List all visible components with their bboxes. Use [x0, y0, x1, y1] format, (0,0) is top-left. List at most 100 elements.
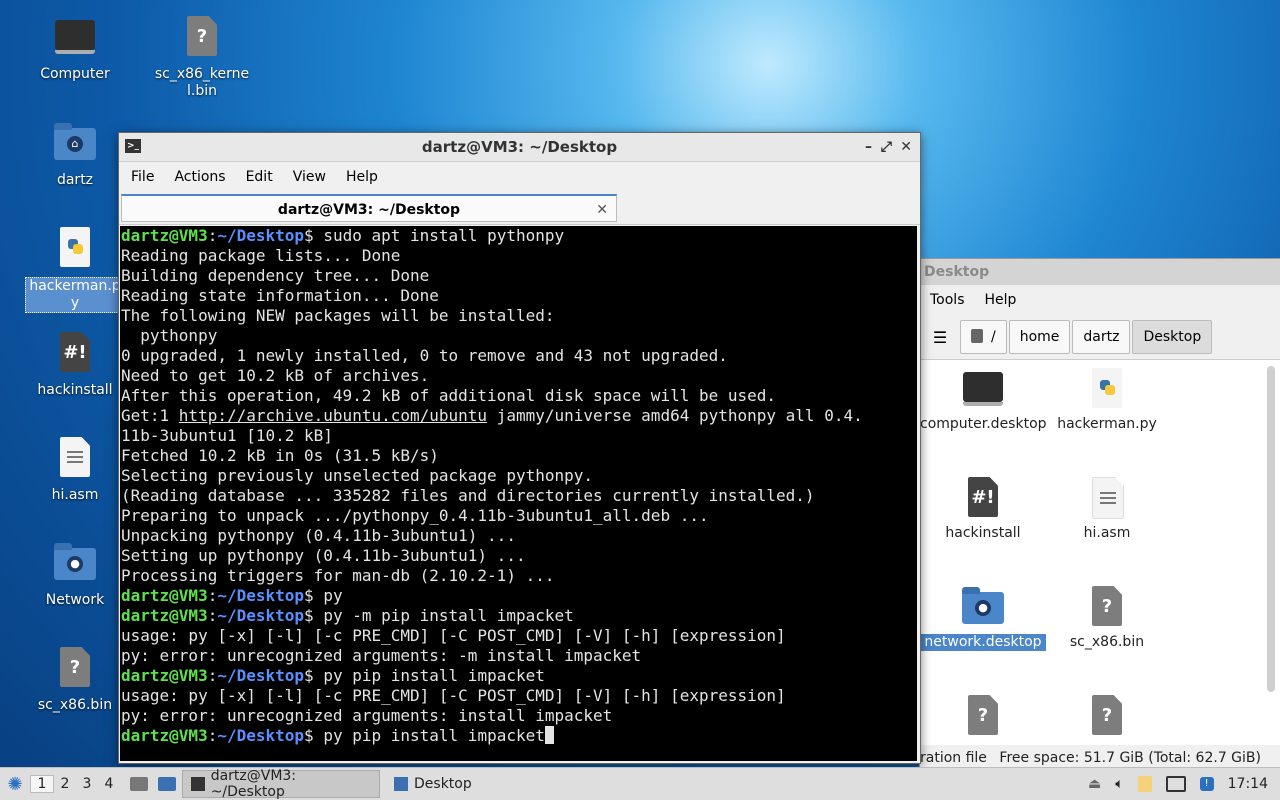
terminal-output-line: (Reading database ... 335282 files and d…: [121, 486, 815, 505]
task-terminal[interactable]: dartz@VM3: ~/Desktop: [182, 768, 380, 800]
terminal-output-line: After this operation, 49.2 kB of additio…: [121, 386, 777, 405]
terminal-output-line: 0 upgraded, 1 newly installed, 0 to remo…: [121, 346, 728, 365]
crumb-dartz[interactable]: dartz: [1072, 320, 1131, 354]
prompt-user: dartz@VM3: [121, 666, 208, 685]
terminal-output-line: Reading state information... Done: [121, 286, 439, 305]
url-link[interactable]: http://archive.ubuntu.com/ubuntu: [179, 406, 487, 425]
desktop-icon-sc-x86-kernel[interactable]: ? sc_x86_kernel.bin: [152, 16, 252, 100]
start-menu-icon[interactable]: ✺: [0, 774, 30, 795]
terminal-tabbar: dartz@VM3: ~/Desktop ✕: [119, 192, 920, 225]
terminal-output-line: pythonpy: [121, 326, 218, 345]
prompt-user: dartz@VM3: [121, 586, 208, 605]
prompt-sep: :: [207, 586, 218, 605]
output-text: Get:1: [121, 406, 179, 425]
desktop-icon-dartz[interactable]: ⌂ dartz: [25, 122, 125, 189]
workspace-4[interactable]: 4: [98, 776, 120, 792]
file-item-computer-desktop[interactable]: computer.desktop: [920, 368, 1047, 433]
file-item-sc-x86[interactable]: ? sc_x86.bin: [1044, 586, 1170, 651]
clipboard-icon[interactable]: [1137, 776, 1152, 792]
menu-view[interactable]: View: [283, 162, 336, 192]
terminal-output-line: Need to get 10.2 kB of archives.: [121, 366, 430, 385]
file-item-hackinstall[interactable]: #! hackinstall: [920, 477, 1046, 542]
file-item-network-desktop[interactable]: ● network.desktop: [920, 586, 1046, 651]
unknown-file-icon: ?: [1092, 586, 1122, 626]
file-item-hi-asm[interactable]: hi.asm: [1044, 477, 1170, 542]
close-icon[interactable]: ✕: [900, 133, 912, 161]
terminal-titlebar[interactable]: >_ dartz@VM3: ~/Desktop – ⤢ ✕: [119, 133, 920, 162]
list-view-icon[interactable]: ☰: [920, 328, 960, 347]
workspace-3[interactable]: 3: [76, 776, 98, 792]
terminal-menubar: File Actions Edit View Help: [119, 162, 920, 192]
desktop-icon-sc-x86[interactable]: ? sc_x86.bin: [25, 647, 125, 714]
menu-edit[interactable]: Edit: [236, 162, 283, 192]
python-file-icon: [1092, 368, 1122, 408]
crumb-home[interactable]: home: [1008, 320, 1071, 354]
taskbar: ✺ 1 2 3 4 dartz@VM3: ~/Desktop Desktop ⏏…: [0, 767, 1280, 800]
file-item-label: network.desktop: [920, 634, 1046, 651]
terminal-output-line: Fetched 10.2 kB in 0s (31.5 kB/s): [121, 446, 439, 465]
volume-icon[interactable]: 🔈︎: [1115, 776, 1123, 792]
vertical-scrollbar[interactable]: [1267, 366, 1275, 692]
menu-help[interactable]: Help: [975, 285, 1027, 315]
home-folder-icon: ⌂: [54, 123, 96, 160]
terminal-output-line: Reading package lists... Done: [121, 246, 401, 265]
network-icon[interactable]: [1165, 776, 1186, 792]
maximize-icon[interactable]: ⤢: [881, 133, 892, 161]
file-manager-launcher-icon[interactable]: [130, 777, 148, 791]
file-grid: computer.desktop hackerman.py #! hackins…: [920, 360, 1280, 750]
file-item-hackerman[interactable]: hackerman.py: [1044, 368, 1170, 433]
menu-file[interactable]: File: [121, 162, 164, 192]
unknown-file-icon: ?: [187, 16, 217, 56]
desktop-icon-hi-asm[interactable]: hi.asm: [25, 437, 125, 504]
text-cursor: [544, 726, 554, 744]
menu-actions[interactable]: Actions: [164, 162, 235, 192]
command-text: py pip install impacket: [323, 726, 545, 745]
terminal-output-line: Get:1 http://archive.ubuntu.com/ubuntu j…: [121, 406, 916, 426]
minimize-icon[interactable]: –: [865, 133, 872, 161]
task-file-manager[interactable]: Desktop: [386, 771, 480, 797]
file-manager-titlebar[interactable]: Desktop: [920, 259, 1280, 285]
file-item-unknown[interactable]: ?: [1044, 695, 1170, 743]
file-item-unknown[interactable]: ?: [920, 695, 1046, 743]
desktop-icon-hackinstall[interactable]: #! hackinstall: [25, 332, 125, 399]
menu-help[interactable]: Help: [336, 162, 388, 192]
file-manager-title: Desktop: [924, 264, 990, 280]
file-manager-window: Desktop Tools Help ☰ / home dartz Deskto…: [919, 258, 1280, 772]
desktop-icon-label: sc_x86_kernel.bin: [154, 66, 250, 99]
unknown-file-icon: ?: [1092, 695, 1122, 735]
file-item-label: hackerman.py: [1057, 416, 1157, 432]
prompt-dollar: $: [304, 226, 324, 245]
crumb-desktop[interactable]: Desktop: [1132, 320, 1213, 354]
terminal-output[interactable]: dartz@VM3:~/Desktop$ sudo apt install py…: [120, 226, 917, 761]
system-tray: ⏏ 🔈︎ ! 17:14: [1088, 776, 1280, 792]
crumb-root[interactable]: /: [960, 320, 1007, 354]
desktop-icon-network[interactable]: ● Network: [25, 542, 125, 609]
workspace-1[interactable]: 1: [30, 775, 54, 793]
terminal-output-line: Processing triggers for man-db (2.10.2-1…: [121, 566, 555, 585]
terminal-output-line: usage: py [-x] [-l] [-c PRE_CMD] [-C POS…: [121, 686, 786, 705]
eject-icon[interactable]: ⏏: [1088, 776, 1101, 792]
terminal-tab[interactable]: dartz@VM3: ~/Desktop ✕: [121, 194, 617, 222]
updates-icon[interactable]: !: [1199, 777, 1214, 791]
show-desktop-icon[interactable]: [158, 777, 176, 791]
terminal-window: >_ dartz@VM3: ~/Desktop – ⤢ ✕ File Actio…: [118, 132, 921, 764]
prompt-path: ~/Desktop: [217, 226, 305, 245]
desktop-icon-label: hi.asm: [51, 487, 99, 503]
desktop-icon-computer[interactable]: Computer: [25, 16, 125, 83]
command-text: py pip install impacket: [323, 666, 545, 685]
prompt-dollar: $: [304, 666, 324, 685]
tab-close-icon[interactable]: ✕: [596, 196, 608, 224]
clock[interactable]: 17:14: [1228, 776, 1268, 792]
terminal-output-line: Setting up pythonpy (0.4.11b-3ubuntu1) .…: [121, 546, 526, 565]
terminal-output-line: 11b-3ubuntu1 [10.2 kB]: [121, 426, 333, 445]
script-file-icon: #!: [968, 477, 998, 517]
prompt-user: dartz@VM3: [121, 606, 208, 625]
workspace-2[interactable]: 2: [54, 776, 76, 792]
menu-tools[interactable]: Tools: [920, 285, 975, 315]
desktop-icon-label: dartz: [56, 172, 94, 188]
path-bar: ☰ / home dartz Desktop: [920, 315, 1280, 360]
network-folder-icon: ●: [54, 543, 96, 580]
computer-icon: [963, 372, 1003, 406]
network-folder-icon: ●: [962, 587, 1004, 624]
desktop-icon-hackerman[interactable]: hackerman.py: [25, 227, 125, 313]
